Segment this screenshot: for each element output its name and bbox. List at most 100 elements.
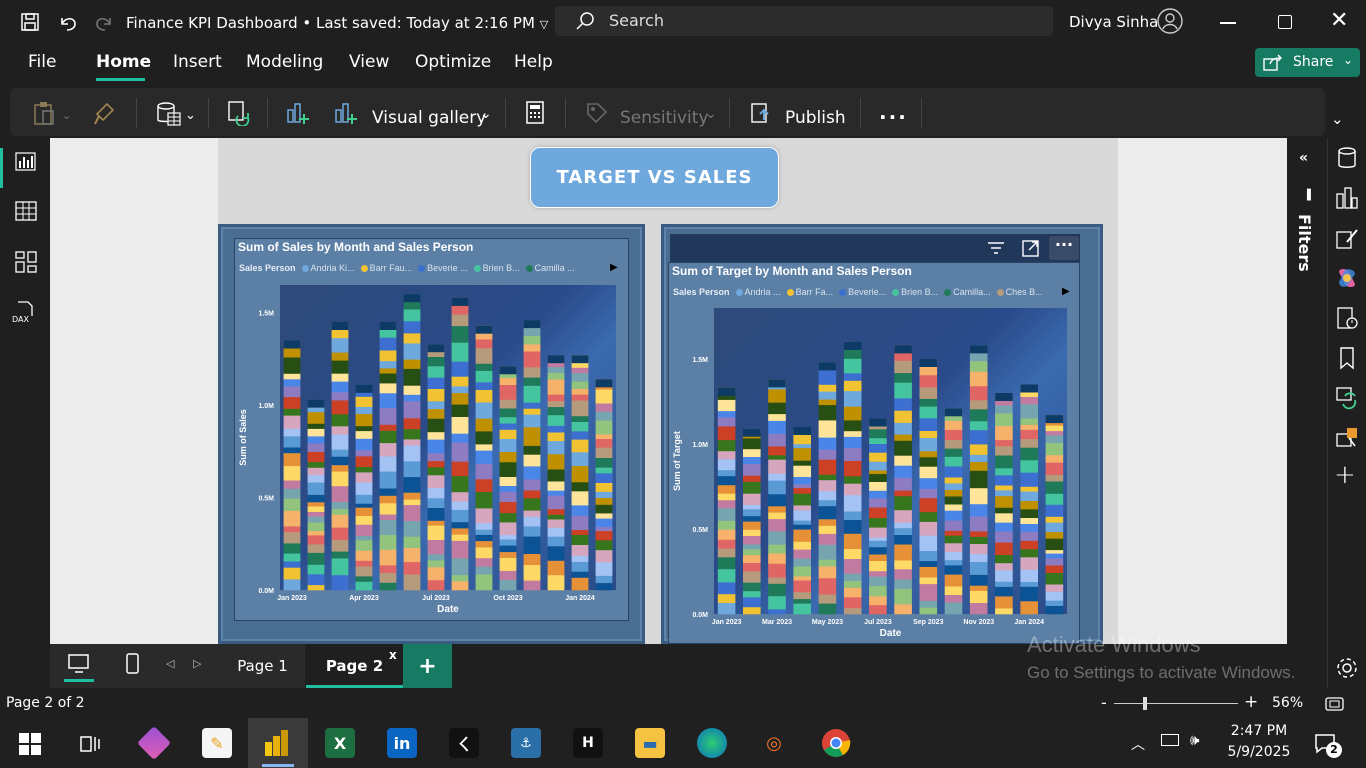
bar-segment[interactable]	[1020, 586, 1038, 602]
bar-segment[interactable]	[793, 510, 811, 521]
bar-segment[interactable]	[717, 450, 736, 460]
bar-segment[interactable]	[717, 484, 736, 494]
close-tab-icon[interactable]: x	[389, 648, 397, 662]
bar-segment[interactable]	[869, 604, 887, 615]
bar-segment[interactable]	[869, 438, 887, 444]
performance-analyzer-icon[interactable]	[1335, 306, 1359, 330]
bar-segment[interactable]	[379, 407, 397, 425]
bar-segment[interactable]	[969, 543, 988, 555]
bar-segment[interactable]	[355, 430, 373, 439]
bar-segment[interactable]	[869, 527, 887, 538]
bar-segment[interactable]	[475, 534, 493, 542]
avatar[interactable]	[1157, 8, 1183, 34]
bar-segment[interactable]	[768, 577, 786, 584]
bar-segment[interactable]	[379, 503, 397, 515]
bar-segment[interactable]	[743, 562, 761, 572]
bar-segment[interactable]	[944, 510, 963, 521]
bar-segment[interactable]	[1045, 538, 1064, 551]
bar-segment[interactable]	[451, 392, 469, 405]
menu-help[interactable]: Help	[514, 52, 553, 72]
bar-segment[interactable]	[403, 520, 421, 537]
bar-segment[interactable]	[717, 469, 736, 477]
bar-segment[interactable]	[379, 350, 397, 362]
bar-segment[interactable]	[869, 585, 887, 597]
bar-top-segment[interactable]	[843, 342, 862, 350]
bar-segment[interactable]	[869, 537, 887, 541]
bar-segment[interactable]	[743, 463, 761, 476]
bar-segment[interactable]	[717, 410, 736, 418]
bar-segment[interactable]	[355, 503, 373, 508]
bar-segment[interactable]	[717, 475, 736, 486]
bar-segment[interactable]	[1045, 504, 1064, 517]
bar-segment[interactable]	[768, 518, 786, 532]
bar-segment[interactable]	[451, 433, 469, 443]
bar-segment[interactable]	[499, 545, 517, 553]
bar-segment[interactable]	[547, 519, 565, 528]
bar-segment[interactable]	[768, 531, 786, 545]
bar-segment[interactable]	[944, 574, 963, 587]
bar-segment[interactable]	[451, 581, 469, 591]
bar-segment[interactable]	[499, 384, 517, 400]
bar-segment[interactable]	[1045, 425, 1064, 432]
bar-segment[interactable]	[919, 607, 938, 615]
bar-segment[interactable]	[1045, 549, 1064, 554]
bar-segment[interactable]	[427, 539, 445, 555]
bar-segment[interactable]	[969, 516, 988, 532]
bar-segment[interactable]	[793, 460, 811, 466]
bar-segment[interactable]	[944, 420, 963, 430]
bar-segment[interactable]	[523, 526, 541, 537]
bar-segment[interactable]	[403, 499, 421, 506]
bar-segment[interactable]	[1020, 509, 1038, 518]
bar-segment[interactable]	[499, 476, 517, 486]
bar-segment[interactable]	[919, 511, 938, 522]
bar-segment[interactable]	[995, 445, 1013, 456]
bar-top-segment[interactable]	[427, 344, 445, 353]
bar-segment[interactable]	[595, 526, 613, 532]
bar-segment[interactable]	[379, 514, 397, 521]
bar-segment[interactable]	[969, 454, 988, 462]
bar-segment[interactable]	[451, 416, 469, 434]
bar-top-segment[interactable]	[818, 362, 837, 371]
bar-segment[interactable]	[547, 453, 565, 470]
bar-segment[interactable]	[283, 436, 301, 448]
bar-segment[interactable]	[595, 467, 613, 474]
bar-segment[interactable]	[843, 390, 862, 407]
maximize-button[interactable]	[1278, 15, 1292, 29]
bar-segment[interactable]	[571, 431, 589, 440]
bar-segment[interactable]	[717, 557, 736, 570]
bar-segment[interactable]	[843, 587, 862, 598]
bar-segment[interactable]	[1045, 454, 1064, 463]
bar-segment[interactable]	[793, 520, 811, 525]
menu-view[interactable]: View	[349, 52, 389, 72]
bar-segment[interactable]	[571, 529, 589, 535]
close-button[interactable]: ✕	[1330, 8, 1348, 34]
excel-icon[interactable]: X	[325, 728, 355, 758]
bar-segment[interactable]	[717, 602, 736, 615]
bar-segment[interactable]	[843, 420, 862, 432]
bar-segment[interactable]	[1045, 572, 1064, 585]
bar-segment[interactable]	[595, 473, 613, 483]
bar-segment[interactable]	[1045, 531, 1064, 539]
format-icon[interactable]	[1335, 226, 1359, 250]
bar-segment[interactable]	[331, 449, 349, 457]
paste-icon[interactable]	[32, 100, 58, 126]
bar-segment[interactable]	[944, 565, 963, 575]
bar-segment[interactable]	[818, 603, 837, 615]
bar-segment[interactable]	[969, 531, 988, 537]
model-view-icon[interactable]	[15, 250, 37, 274]
bar-segment[interactable]	[969, 487, 988, 505]
bar-segment[interactable]	[451, 475, 469, 493]
bar-segment[interactable]	[595, 549, 613, 563]
bar-top-segment[interactable]	[717, 387, 736, 396]
bar-segment[interactable]	[379, 424, 397, 431]
bar-segment[interactable]	[793, 591, 811, 600]
bar-segment[interactable]	[571, 482, 589, 492]
bar-segment[interactable]	[1020, 447, 1038, 461]
bar-top-segment[interactable]	[331, 322, 349, 330]
bar-segment[interactable]	[523, 377, 541, 386]
bar-segment[interactable]	[499, 539, 517, 546]
bar-segment[interactable]	[331, 464, 349, 472]
bar-segment[interactable]	[307, 544, 325, 553]
bar-segment[interactable]	[919, 430, 938, 439]
bar-segment[interactable]	[571, 544, 589, 556]
